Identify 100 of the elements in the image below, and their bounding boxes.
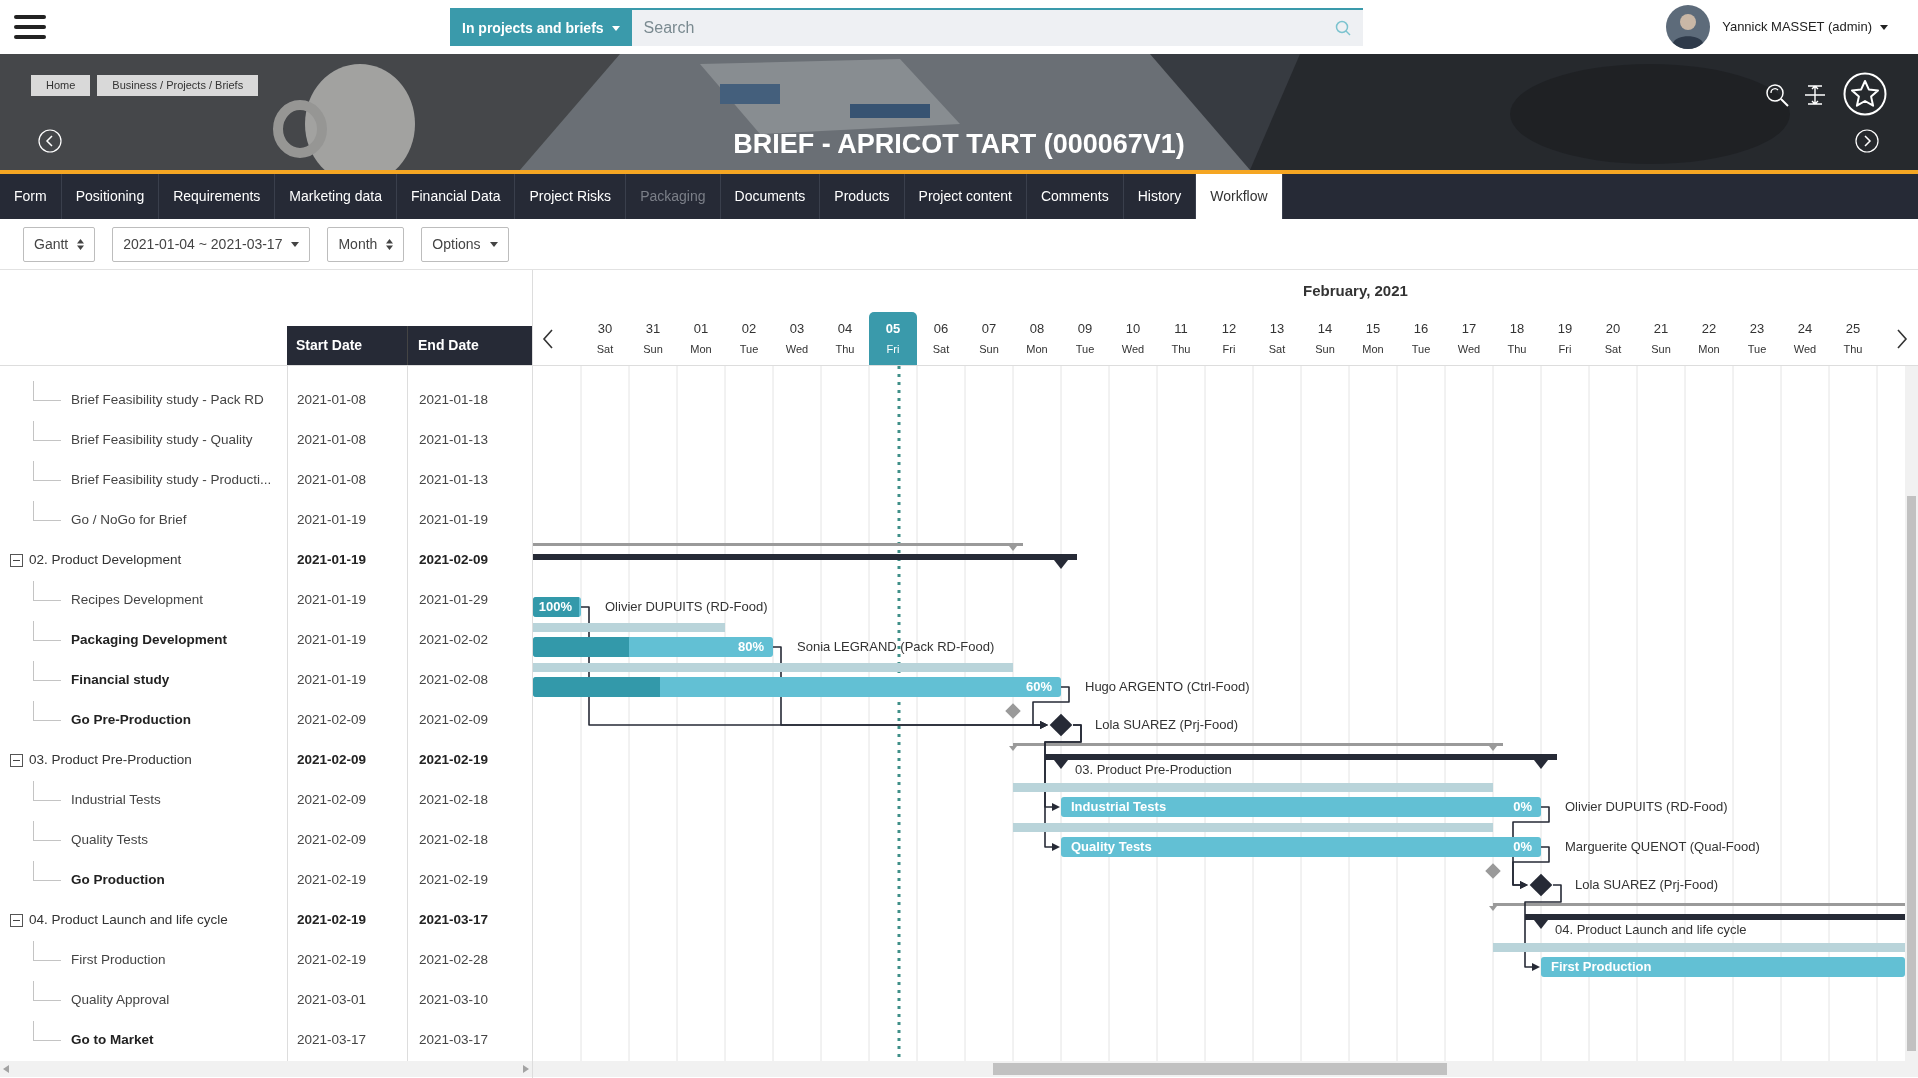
day-header: 18 Thu bbox=[1506, 319, 1528, 358]
scrollbar-thumb[interactable] bbox=[1907, 496, 1916, 1051]
previous-icon[interactable] bbox=[542, 328, 554, 349]
tree-line bbox=[33, 501, 61, 521]
start-date-cell-text: 2021-03-17 bbox=[296, 1030, 368, 1049]
collapse-toggle[interactable] bbox=[10, 914, 23, 927]
day-header: 23 Tue bbox=[1746, 319, 1768, 358]
month-label: February, 2021 bbox=[1303, 280, 1408, 301]
user-menu[interactable]: Yannick MASSET (admin) bbox=[1722, 17, 1888, 37]
caret-icon bbox=[291, 241, 300, 247]
task-name[interactable]: 04. Product Launch and life cycle bbox=[0, 909, 228, 931]
end-date-cell-text: 2021-02-19 bbox=[418, 750, 490, 769]
day-header: 05 Fri bbox=[869, 311, 917, 365]
sort-icon bbox=[386, 238, 394, 250]
end-date-cell-text: 2021-01-19 bbox=[418, 510, 490, 529]
baseline-milestone bbox=[1485, 863, 1501, 879]
breadcrumb-link[interactable]: Business / Projects / Briefs bbox=[97, 75, 259, 96]
tree-line bbox=[33, 821, 61, 841]
task-name[interactable]: First Production bbox=[0, 949, 166, 971]
search-icon bbox=[1335, 20, 1351, 36]
favorite-icon[interactable] bbox=[1843, 72, 1887, 116]
tree-line bbox=[33, 861, 61, 881]
task-name[interactable]: Quality Approval bbox=[0, 989, 170, 1011]
collapse-toggle[interactable] bbox=[10, 754, 23, 767]
tab[interactable]: Project Risks bbox=[515, 174, 627, 219]
select-field[interactable]: Gantt bbox=[23, 226, 96, 262]
tab[interactable]: Positioning bbox=[61, 174, 160, 219]
resource-label: Lola SUAREZ (Prj-Food) bbox=[1095, 716, 1239, 734]
task-name[interactable]: Go Production bbox=[0, 869, 165, 891]
day-header: 16 Tue bbox=[1410, 319, 1432, 358]
day-header: 09 Tue bbox=[1074, 319, 1096, 358]
end-date-cell-text: 2021-01-18 bbox=[418, 390, 490, 409]
fit-height-icon[interactable] bbox=[1803, 84, 1827, 106]
tree-line bbox=[33, 981, 61, 1001]
breadcrumb-link[interactable]: Home bbox=[31, 75, 91, 96]
tab[interactable]: Comments bbox=[1026, 174, 1124, 219]
start-date-cell-text: 2021-01-19 bbox=[296, 590, 368, 609]
avatar-icon[interactable] bbox=[1666, 5, 1711, 49]
end-date-cell-text: 2021-02-28 bbox=[418, 950, 490, 969]
tab[interactable]: Financial Data bbox=[396, 174, 516, 219]
task-name[interactable]: Industrial Tests bbox=[0, 789, 161, 811]
caret-icon bbox=[1880, 24, 1888, 30]
end-date-cell-text: 2021-02-09 bbox=[418, 710, 490, 729]
task-name[interactable]: Brief Feasibility study - Producti... bbox=[0, 469, 272, 491]
collapse-toggle[interactable] bbox=[10, 554, 23, 567]
bar-label: First Production bbox=[1550, 958, 1652, 977]
task-name[interactable]: 03. Product Pre-Production bbox=[0, 749, 192, 771]
tree-line bbox=[33, 781, 61, 801]
page-title: BRIEF - APRICOT TART (000067V1) bbox=[733, 128, 1185, 161]
day-header: 22 Mon bbox=[1697, 319, 1721, 358]
scrollbar-thumb[interactable] bbox=[993, 1063, 1447, 1075]
progress-text: 100% bbox=[537, 598, 573, 617]
day-header: 12 Fri bbox=[1220, 319, 1238, 358]
bar-label: Quality Tests bbox=[1070, 838, 1152, 857]
task-name[interactable]: Packaging Development bbox=[0, 629, 228, 651]
search-field[interactable]: Search bbox=[631, 10, 1363, 46]
day-header: 21 Sun bbox=[1650, 319, 1672, 358]
tab[interactable]: Marketing data bbox=[275, 174, 397, 219]
progress-text: 0% bbox=[1512, 838, 1533, 857]
task-name[interactable]: Brief Feasibility study - Quality bbox=[0, 429, 253, 451]
task-name[interactable]: Brief Feasibility study - Pack RD bbox=[0, 389, 264, 411]
zoom-icon[interactable] bbox=[1764, 82, 1790, 108]
start-date-cell-text: 2021-02-19 bbox=[296, 910, 368, 929]
menu-button[interactable] bbox=[14, 15, 46, 39]
task-name[interactable]: Financial study bbox=[0, 669, 170, 691]
tab[interactable]: Project content bbox=[904, 174, 1027, 219]
task-name[interactable]: Recipes Development bbox=[0, 589, 204, 611]
end-date-cell-text: 2021-02-08 bbox=[418, 670, 490, 689]
task-name[interactable]: Go Pre-Production bbox=[0, 709, 191, 731]
dropdown-button[interactable]: Options bbox=[421, 226, 509, 262]
task-name[interactable]: Quality Tests bbox=[0, 829, 149, 851]
tab[interactable]: Documents bbox=[720, 174, 821, 219]
end-date-cell-text: 2021-01-29 bbox=[418, 590, 490, 609]
task-name[interactable]: Go / NoGo for Brief bbox=[0, 509, 187, 531]
tree-line bbox=[33, 581, 61, 601]
tree-line bbox=[33, 621, 61, 641]
next-icon[interactable] bbox=[1896, 328, 1908, 349]
task-name[interactable]: Go to Market bbox=[0, 1029, 154, 1051]
tree-line bbox=[33, 941, 61, 961]
end-date-cell-text: 2021-03-17 bbox=[418, 910, 490, 929]
column-header: End Date bbox=[408, 326, 532, 365]
day-header: 31 Sun bbox=[642, 319, 664, 358]
end-date-cell-text: 2021-02-02 bbox=[418, 630, 490, 649]
start-date-cell-text: 2021-02-09 bbox=[296, 710, 368, 729]
tab[interactable]: Products bbox=[820, 174, 905, 219]
resource-label: Hugo ARGENTO (Ctrl-Food) bbox=[1085, 678, 1250, 696]
day-header: 06 Sat bbox=[931, 319, 951, 358]
tab[interactable]: Requirements bbox=[159, 174, 276, 219]
tree-line bbox=[33, 661, 61, 681]
task-name[interactable]: 02. Product Development bbox=[0, 549, 182, 571]
resource-label: Lola SUAREZ (Prj-Food) bbox=[1575, 876, 1719, 894]
select-field[interactable]: Month bbox=[327, 226, 405, 262]
day-header: 17 Wed bbox=[1456, 319, 1482, 358]
horizontal-scrollbar[interactable] bbox=[533, 1061, 1918, 1077]
start-date-cell-text: 2021-01-08 bbox=[296, 470, 368, 489]
start-date-cell-text: 2021-02-09 bbox=[296, 830, 368, 849]
dropdown-button[interactable]: 2021-01-04 ~ 2021-03-17 bbox=[112, 226, 311, 262]
tab[interactable]: Workflow bbox=[1196, 174, 1283, 219]
vertical-scrollbar[interactable] bbox=[1905, 366, 1918, 1061]
tab[interactable]: Form bbox=[0, 174, 62, 219]
